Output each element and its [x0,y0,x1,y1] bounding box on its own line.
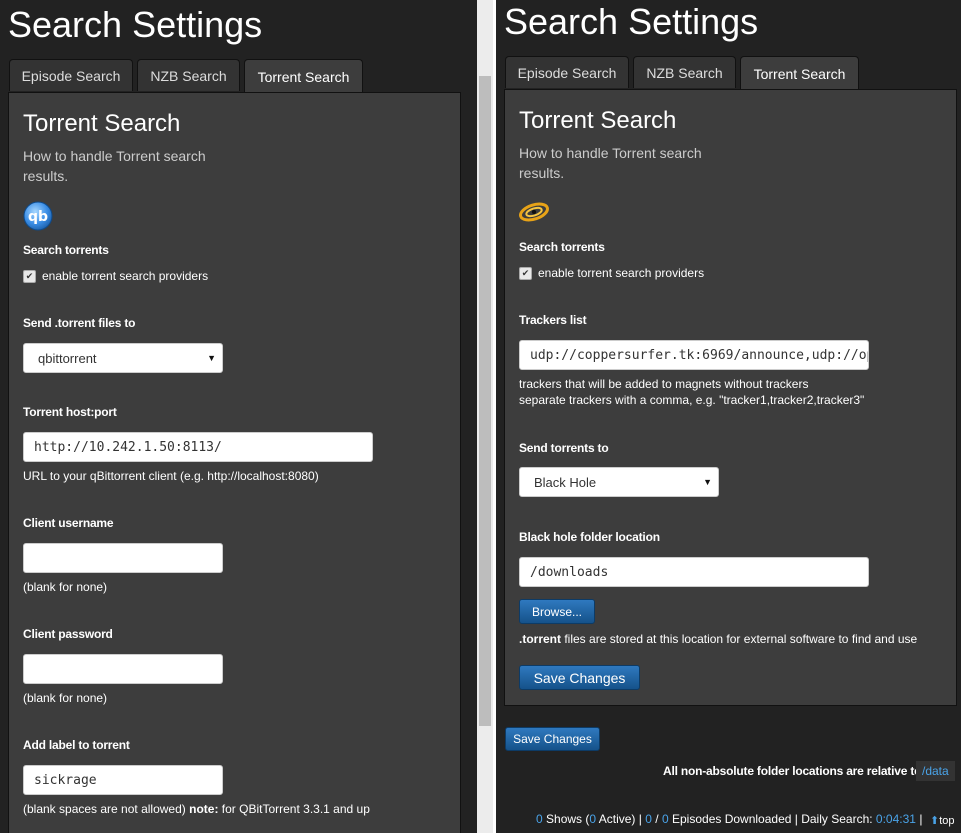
torrent-search-panel [8,92,461,833]
client-password-input[interactable] [23,654,223,684]
send-torrent-select[interactable]: qbittorrent ▼ [23,343,223,373]
daily-search-value: 0:04:31 [875,812,916,826]
client-username-label: Client username [23,516,114,530]
add-label-label: Add label to torrent [23,738,130,752]
active-count: 0 [589,812,597,826]
left-pane: Search Settings Episode Search NZB Searc… [0,0,477,833]
browse-button[interactable]: Browse... [519,599,595,624]
tab-torrent-search[interactable]: Torrent Search [244,59,363,93]
tab-nzb-search[interactable]: NZB Search [633,56,736,88]
trackers-list-label: Trackers list [519,313,587,327]
episodes-label: Episodes Downloaded [672,812,792,826]
add-label-hint-text: (blank spaces are not allowed) [23,802,186,816]
add-label-hint: (blank spaces are not allowed) note: for… [23,801,370,817]
save-changes-button-inner[interactable]: Save Changes [519,665,640,690]
active-label: Active) [598,812,636,826]
add-label-input[interactable]: sickrage [23,765,223,795]
add-label-note: note: [189,802,219,816]
send-torrents-select[interactable]: Black Hole ▼ [519,467,719,497]
page-title: Search Settings [504,1,759,42]
enable-torrent-checkbox[interactable]: ✔ [519,267,532,280]
chevron-down-icon: ▼ [207,353,216,363]
scrollbar[interactable] [477,0,493,833]
blackhole-logo-icon [519,202,549,222]
svg-text:qb: qb [28,209,48,225]
shows-count: 0 [536,812,543,826]
enable-torrent-label: enable torrent search providers [42,269,209,283]
send-torrents-value: Black Hole [534,474,597,490]
torrent-host-label: Torrent host:port [23,405,117,419]
shows-label: Shows ( [546,812,590,826]
footer-stats: 0 Shows (0 Active) | 0 / 0 Episodes Down… [536,812,922,826]
downloaded-count: 0 [645,812,652,826]
send-torrent-label: Send .torrent files to [23,316,136,330]
torrent-host-input[interactable]: http://10.242.1.50:8113/ [23,432,373,462]
section-description-line2: results. [23,168,69,184]
tab-torrent-search[interactable]: Torrent Search [740,56,859,90]
torrent-host-hint: URL to your qBittorrent client (e.g. htt… [23,469,319,483]
separator: | [638,812,642,826]
trackers-hint-line1: trackers that will be added to magnets w… [519,377,809,391]
total-count: 0 [661,812,669,826]
trackers-list-input[interactable]: udp://coppersurfer.tk:6969/announce,udp:… [519,340,869,370]
section-description-line2: results. [519,165,565,181]
blackhole-folder-input[interactable]: /downloads [519,557,869,587]
section-heading: Torrent Search [23,110,181,137]
back-to-top-link[interactable]: ⬆top [930,814,955,827]
slash: / [655,812,659,826]
client-username-input[interactable] [23,543,223,573]
add-label-note-text: for QBitTorrent 3.3.1 and up [221,802,370,816]
client-password-hint: (blank for none) [23,691,108,705]
send-torrent-value: qbittorrent [38,350,97,366]
folder-hint-text: files are stored at this location for ex… [564,632,918,646]
section-description-line1: How to handle Torrent search [519,145,702,161]
client-password-label: Client password [23,627,113,641]
folder-hint-bold: .torrent [519,632,561,646]
qbittorrent-logo-icon: qb [23,201,53,231]
top-label: top [939,815,955,827]
blackhole-folder-label: Black hole folder location [519,530,660,544]
section-heading: Torrent Search [519,107,677,134]
tab-nzb-search[interactable]: NZB Search [137,59,240,91]
send-torrents-label: Send torrents to [519,441,609,455]
tab-episode-search[interactable]: Episode Search [505,56,629,88]
save-changes-button[interactable]: Save Changes [505,727,600,751]
search-torrents-label: Search torrents [23,243,109,257]
page-title: Search Settings [8,4,263,45]
chevron-down-icon: ▼ [703,477,712,487]
relative-folder-text: All non-absolute folder locations are re… [663,764,922,778]
section-description-line1: How to handle Torrent search [23,148,206,164]
blackhole-folder-hint: .torrent files are stored at this locati… [519,631,917,647]
data-folder-path: /data [916,761,955,781]
search-torrents-label: Search torrents [519,240,605,254]
separator: | [919,812,923,826]
scrollbar-thumb[interactable] [479,76,491,726]
arrow-up-icon: ⬆ [930,815,940,827]
daily-search-label: | Daily Search: [794,812,873,826]
client-username-hint: (blank for none) [23,580,108,594]
right-pane: Search Settings Episode Search NZB Searc… [496,0,961,833]
enable-torrent-label: enable torrent search providers [538,266,705,280]
enable-torrent-checkbox[interactable]: ✔ [23,270,36,283]
trackers-hint-line2: separate trackers with a comma, e.g. "tr… [519,393,865,407]
tab-episode-search[interactable]: Episode Search [9,59,133,91]
